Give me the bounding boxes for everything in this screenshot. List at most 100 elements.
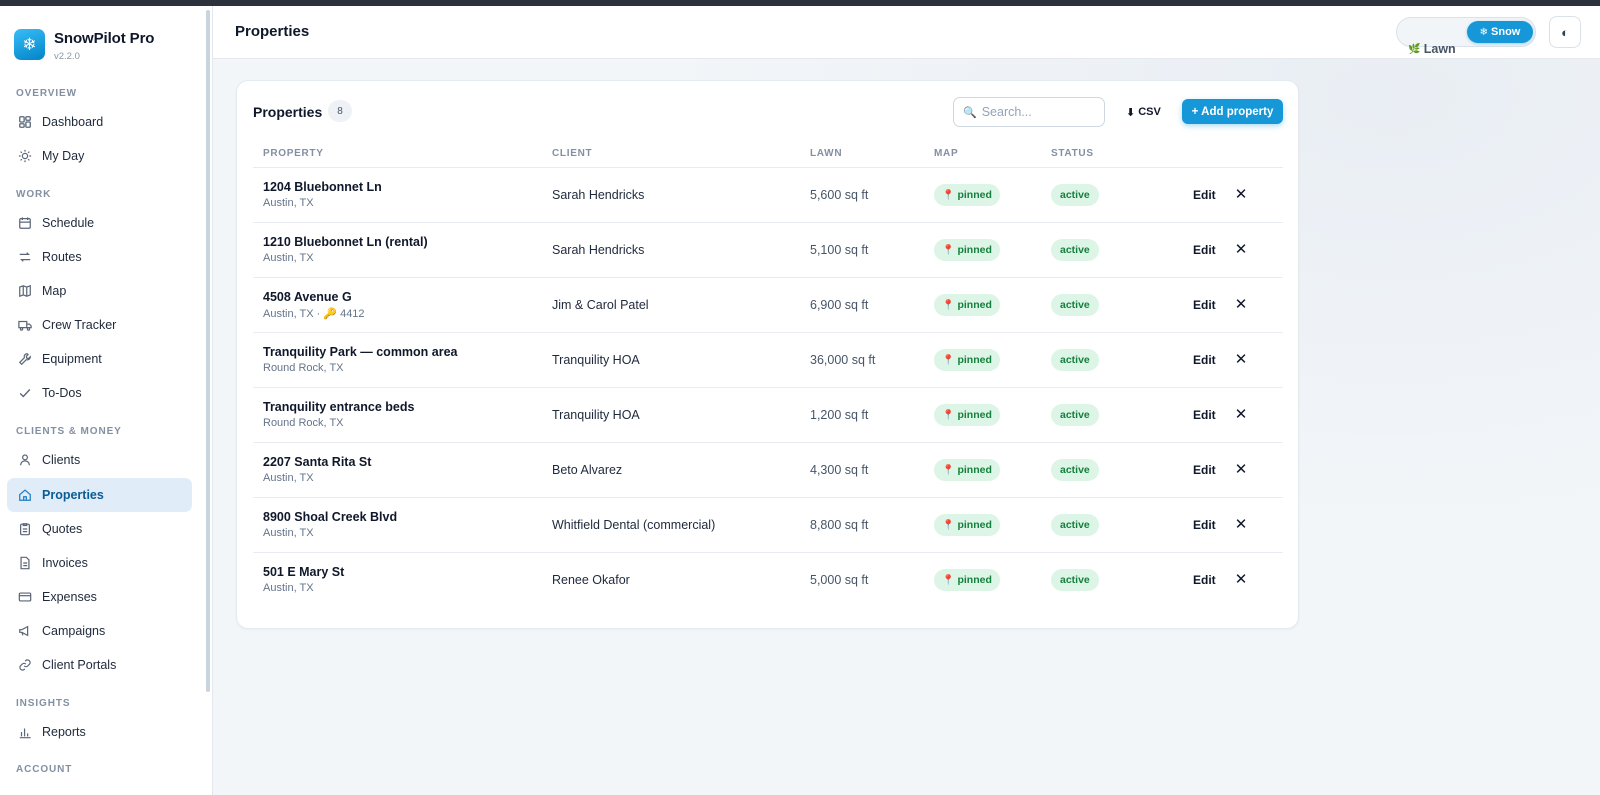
sidebar-item-to-dos[interactable]: To-Dos [7,376,192,410]
card-title: Properties [253,104,323,120]
delete-icon[interactable]: ✕ [1234,570,1248,588]
table-row[interactable]: 501 E Mary St Austin, TX Renee Okafor 5,… [253,553,1283,608]
sidebar-item-label: Expenses [42,590,97,604]
sidebar-item-my-day[interactable]: My Day [7,139,192,173]
home-icon [18,488,32,502]
delete-icon[interactable]: ✕ [1234,515,1248,533]
sidebar-item-client-portals[interactable]: Client Portals [7,648,192,682]
theme-toggle-button[interactable]: ◐ [1549,16,1581,48]
search-input[interactable] [981,105,1102,119]
delete-icon[interactable]: ✕ [1234,185,1248,203]
edit-button[interactable]: Edit [1193,573,1216,587]
snowflake-icon: ❄ [1479,26,1489,38]
client-name: Tranquility HOA [552,353,640,367]
sidebar-item-campaigns[interactable]: Campaigns [7,614,192,648]
table-row[interactable]: 8900 Shoal Creek Blvd Austin, TX Whitfie… [253,498,1283,553]
csv-export-button[interactable]: ⬇ CSV [1122,100,1165,124]
edit-button[interactable]: Edit [1193,408,1216,422]
delete-icon[interactable]: ✕ [1234,350,1248,368]
sidebar-item-routes[interactable]: Routes [7,240,192,274]
add-property-button[interactable]: + Add property [1182,99,1283,124]
sidebar-item-label: Crew Tracker [42,318,117,332]
edit-button[interactable]: Edit [1193,188,1216,202]
lawn-size: 5,600 sq ft [810,188,869,202]
sidebar-item-expenses[interactable]: Expenses [7,580,192,614]
sidebar-item-quotes[interactable]: Quotes [7,512,192,546]
property-name: 8900 Shoal Creek Blvd [263,510,398,524]
property-name: 4508 Avenue G [263,290,352,304]
sidebar-item-label: Map [42,284,67,298]
status-badge: active [1051,294,1099,316]
sidebar-item-equipment[interactable]: Equipment [7,342,192,376]
sidebar-item-properties[interactable]: Properties [7,478,192,512]
client-name: Beto Alvarez [552,463,623,477]
wrench-icon [18,352,32,366]
nav-section-overview: OVERVIEW [16,88,77,99]
map-pinned-badge: 📍 pinned [934,294,1000,316]
table-row[interactable]: 1204 Bluebonnet Ln Austin, TX Sarah Hend… [253,168,1283,223]
table-row[interactable]: 4508 Avenue G Austin, TX · 🔑 4412 Jim & … [253,278,1283,333]
pin-icon: 📍 [942,354,955,366]
sidebar-item-label: Quotes [42,522,83,536]
delete-icon[interactable]: ✕ [1234,405,1248,423]
map-icon [18,284,32,298]
sidebar-item-invoices[interactable]: Invoices [7,546,192,580]
mode-toggle: 🌿 Lawn ❄ Snow [1396,17,1536,56]
sidebar-item-dashboard[interactable]: Dashboard [7,105,192,139]
property-name: Tranquility entrance beds [263,400,415,414]
table-row[interactable]: Tranquility Park — common area Round Roc… [253,333,1283,388]
sidebar-scrollbar[interactable] [206,10,210,692]
map-pinned-badge: 📍 pinned [934,349,1000,371]
app-version: v2.2.0 [54,51,80,62]
map-pinned-badge: 📍 pinned [934,514,1000,536]
sidebar-item-label: Dashboard [42,115,104,129]
mode-lawn-button[interactable]: 🌿 Lawn [1402,38,1462,60]
edit-button[interactable]: Edit [1193,463,1216,477]
page-title: Properties [235,23,310,40]
edit-button[interactable]: Edit [1193,353,1216,367]
table-row[interactable]: 1210 Bluebonnet Ln (rental) Austin, TX S… [253,223,1283,278]
sidebar-item-clients[interactable]: Clients [7,443,192,477]
property-location: Austin, TX · 🔑 4412 [263,308,365,320]
sidebar-item-schedule[interactable]: Schedule [7,206,192,240]
brand[interactable]: ❄ SnowPilot Pro v2.2.0 [14,29,154,62]
lawn-size: 4,300 sq ft [810,463,869,477]
table-row[interactable]: 2207 Santa Rita St Austin, TX Beto Alvar… [253,443,1283,498]
delete-icon[interactable]: ✕ [1234,295,1248,313]
table-row[interactable]: Tranquility entrance beds Round Rock, TX… [253,388,1283,443]
sidebar-item-label: Client Portals [42,658,117,672]
property-location: Austin, TX [263,527,314,539]
table-header: PROPERTY CLIENT LAWN MAP STATUS [253,143,1283,168]
client-name: Sarah Hendricks [552,188,645,202]
sidebar-item-label: Equipment [42,352,102,366]
lawn-size: 5,000 sq ft [810,573,869,587]
delete-icon[interactable]: ✕ [1234,240,1248,258]
check-icon [18,386,32,400]
sidebar-item-reports[interactable]: Reports [7,715,192,749]
mode-snow-button[interactable]: ❄ Snow [1467,21,1533,43]
delete-icon[interactable]: ✕ [1234,460,1248,478]
edit-button[interactable]: Edit [1193,298,1216,312]
leaf-icon: 🌿 [1408,43,1421,55]
column-header-property: PROPERTY [263,148,324,159]
map-pinned-badge: 📍 pinned [934,459,1000,481]
map-pinned-badge: 📍 pinned [934,404,1000,426]
map-pinned-badge: 📍 pinned [934,569,1000,591]
edit-button[interactable]: Edit [1193,518,1216,532]
sidebar-item-label: Properties [42,488,104,502]
client-name: Renee Okafor [552,573,630,587]
column-header-client: CLIENT [552,148,593,159]
client-name: Sarah Hendricks [552,243,645,257]
sidebar-item-crew-tracker[interactable]: Crew Tracker [7,308,192,342]
clipboard-icon [18,522,32,536]
column-header-map: MAP [934,148,959,159]
status-badge: active [1051,514,1099,536]
sidebar-item-map[interactable]: Map [7,274,192,308]
half-circle-icon: ◐ [1561,24,1569,40]
pin-icon: 📍 [942,519,955,531]
sidebar-item-label: Invoices [42,556,88,570]
lawn-size: 1,200 sq ft [810,408,869,422]
nav-section-clients-money: CLIENTS & MONEY [16,426,122,437]
status-badge: active [1051,569,1099,591]
edit-button[interactable]: Edit [1193,243,1216,257]
